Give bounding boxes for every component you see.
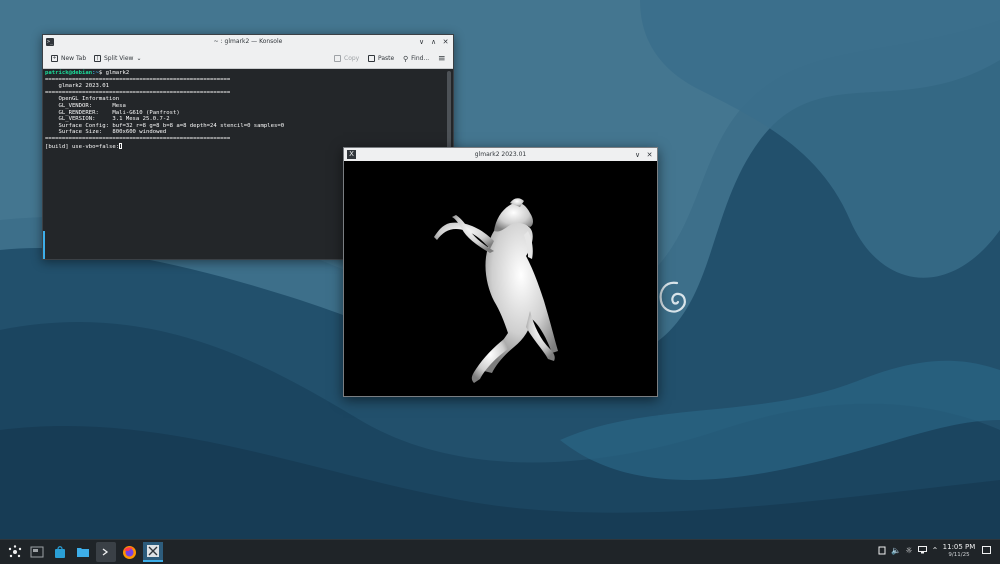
info-line: OpenGL Information [45, 96, 120, 103]
split-view-icon: | [94, 55, 101, 62]
new-tab-label: New Tab [61, 55, 87, 62]
find-label: Find... [411, 55, 430, 62]
clock-date: 9/11/25 [948, 552, 970, 558]
show-desktop-icon[interactable] [981, 546, 991, 556]
x-app-icon[interactable]: X [347, 150, 356, 159]
network-icon[interactable] [917, 546, 927, 556]
focus-edge-indicator [43, 231, 45, 259]
konsole-taskbar-button[interactable] [96, 542, 116, 562]
find-button[interactable]: ⚲ Find... [403, 53, 429, 64]
paste-button[interactable]: Paste [368, 53, 394, 64]
glmark2-taskbar-button[interactable] [143, 542, 163, 562]
new-tab-icon: + [51, 55, 58, 62]
konsole-window-title: ~ : glmark2 — Konsole [213, 38, 283, 45]
terminal-icon [102, 548, 109, 556]
discover-store-button[interactable] [50, 542, 70, 562]
copy-label: Copy [344, 55, 360, 62]
folder-icon [77, 548, 89, 557]
split-view-button[interactable]: | Split View ⌄ [94, 53, 141, 64]
konsole-app-icon[interactable]: >_ [46, 38, 54, 46]
shopping-bag-icon [55, 546, 65, 558]
prompt-command: $ glmark2 [98, 70, 130, 76]
separator-line: ========================================… [45, 135, 231, 142]
info-line: GL_VENDOR: Mesa [45, 102, 126, 109]
glmark2-titlebar[interactable]: X glmark2 2023.01 ∨ ✕ [344, 148, 657, 161]
search-icon: ⚲ [403, 54, 409, 63]
minimize-icon[interactable]: ∨ [417, 38, 426, 47]
separator-line: ========================================… [45, 89, 231, 96]
text-cursor [119, 142, 123, 149]
current-line: [build] use-vbo=false: [45, 143, 120, 150]
glmark2-window-title: glmark2 2023.01 [474, 151, 527, 158]
debian-swirl-logo [659, 281, 686, 313]
paste-icon [368, 55, 375, 62]
info-line: Surface Size: 800x600 windowed [45, 129, 167, 136]
paste-label: Paste [378, 55, 395, 62]
info-line: GL_VERSION: 3.1 Mesa 25.0.7-2 [45, 116, 170, 123]
close-icon[interactable]: ✕ [645, 151, 654, 160]
taskbar: 🔈 ☼ ⌃ 11:05 PM 9/11/25 [0, 539, 1000, 564]
copy-button[interactable]: Copy [334, 53, 359, 64]
app-launcher-button[interactable] [5, 542, 25, 562]
banner-line: glmark2 2023.01 [45, 83, 109, 90]
info-line: Surface Config: buf=32 r=8 g=8 b=8 a=8 d… [45, 122, 285, 129]
new-tab-button[interactable]: + New Tab [51, 53, 86, 64]
copy-icon [334, 55, 341, 62]
virtual-desktop-icon [30, 546, 44, 558]
render-canvas [344, 161, 657, 396]
close-icon[interactable]: ✕ [441, 38, 450, 47]
volume-icon[interactable]: 🔈 [891, 546, 901, 556]
horse-model [434, 198, 558, 383]
konsole-toolbar: + New Tab | Split View ⌄ Copy Paste ⚲ Fi… [43, 49, 453, 69]
prompt-path: :~ [92, 70, 99, 76]
separator-line: ========================================… [45, 76, 231, 83]
hamburger-menu-icon[interactable]: ≡ [438, 53, 446, 64]
file-manager-button[interactable] [73, 542, 93, 562]
konsole-titlebar[interactable]: >_ ~ : glmark2 — Konsole ∨ ∧ ✕ [43, 35, 453, 49]
glmark2-window[interactable]: X glmark2 2023.01 ∨ ✕ [343, 147, 658, 397]
firefox-icon [122, 545, 136, 559]
firefox-taskbar-button[interactable] [119, 542, 139, 562]
chevron-down-icon: ⌄ [136, 55, 142, 62]
pager-button[interactable] [27, 542, 47, 562]
chevron-up-icon[interactable]: ⌃ [930, 546, 940, 556]
x-window-icon [147, 545, 159, 557]
minimize-icon[interactable]: ∨ [633, 151, 642, 160]
clock-time: 11:05 PM [942, 543, 976, 551]
kde-launcher-icon [8, 545, 22, 558]
clipboard-icon[interactable] [877, 546, 887, 556]
brightness-icon[interactable]: ☼ [904, 546, 914, 556]
clock[interactable]: 11:05 PM 9/11/25 [942, 543, 976, 559]
maximize-icon[interactable]: ∧ [429, 38, 438, 47]
info-line: GL_RENDERER: Mali-G610 (Panfrost) [45, 109, 180, 116]
split-view-label: Split View [104, 55, 134, 62]
prompt-user: patrick@debian [45, 70, 93, 76]
